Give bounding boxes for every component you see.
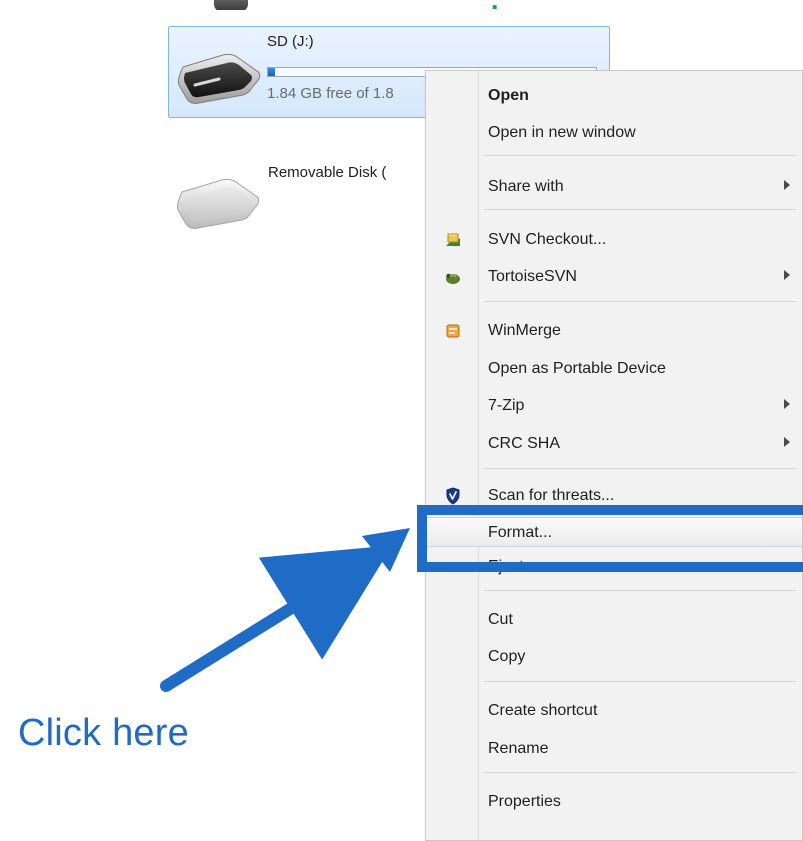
menu-item-cut[interactable]: Cut: [426, 605, 802, 635]
menu-item-label: Scan for threats...: [488, 487, 615, 504]
winmerge-icon: [444, 322, 462, 340]
menu-item-rename[interactable]: Rename: [426, 734, 802, 764]
menu-item-label: Rename: [488, 740, 549, 757]
submenu-arrow-icon: [784, 180, 790, 190]
menu-item-label: Open: [488, 87, 529, 104]
menu-item-label: CRC SHA: [488, 435, 561, 452]
menu-item-label: Open in new window: [488, 124, 636, 141]
drive-title: SD (J:): [267, 33, 314, 50]
menu-item-label: Share with: [488, 178, 564, 195]
menu-separator: [484, 772, 796, 773]
shield-scan-icon: [444, 487, 462, 505]
menu-separator: [484, 155, 796, 156]
menu-item-format[interactable]: Format...: [426, 517, 802, 547]
menu-item-create-shortcut[interactable]: Create shortcut: [426, 696, 802, 726]
menu-item-open-as-portable-device[interactable]: Open as Portable Device: [426, 354, 802, 384]
menu-item-eject[interactable]: Eject: [426, 552, 802, 582]
menu-separator: [484, 209, 796, 210]
menu-separator: [484, 468, 796, 469]
menu-item-svn-checkout[interactable]: SVN Checkout...: [426, 225, 802, 255]
menu-item-label: SVN Checkout...: [488, 231, 607, 248]
menu-item-label: Cut: [488, 611, 513, 628]
menu-item-label: Create shortcut: [488, 702, 598, 719]
menu-item-share-with[interactable]: Share with: [426, 172, 802, 202]
svn-checkout-icon: [444, 231, 462, 249]
menu-item-label: Properties: [488, 793, 561, 810]
drive-title: Removable Disk (: [268, 164, 387, 181]
submenu-arrow-icon: [784, 399, 790, 409]
menu-item-label: Copy: [488, 648, 526, 665]
menu-separator: [484, 681, 796, 682]
menu-item-scan-for-threats[interactable]: Scan for threats...: [426, 481, 802, 511]
menu-item-open-in-new-window[interactable]: Open in new window: [426, 118, 802, 148]
menu-item-7zip[interactable]: 7-Zip: [426, 391, 802, 421]
context-menu: Open Open in new window Share with SVN C…: [425, 70, 803, 841]
submenu-arrow-icon: [784, 270, 790, 280]
submenu-arrow-icon: [784, 437, 790, 447]
menu-item-open[interactable]: Open: [426, 81, 802, 111]
removable-drive-icon: [174, 170, 264, 230]
menu-item-crc-sha[interactable]: CRC SHA: [426, 429, 802, 459]
menu-item-label: Eject: [488, 558, 524, 575]
menu-item-label: TortoiseSVN: [488, 268, 577, 285]
click-here-label: Click here: [18, 712, 189, 754]
menu-item-copy[interactable]: Copy: [426, 642, 802, 672]
menu-item-label: Format...: [488, 524, 553, 541]
menu-item-tortoisesvn[interactable]: TortoiseSVN: [426, 262, 802, 292]
menu-item-properties[interactable]: Properties: [426, 787, 802, 817]
menu-item-label: 7-Zip: [488, 397, 525, 414]
menu-item-label: WinMerge: [488, 322, 561, 339]
menu-item-winmerge[interactable]: WinMerge: [426, 316, 802, 346]
removable-drive-icon: [175, 45, 265, 105]
capacity-bar-fill: [268, 68, 275, 76]
pointer-arrow-icon: [160, 528, 410, 692]
drive-free-space: 1.84 GB free of 1.8: [267, 85, 394, 102]
menu-item-label: Open as Portable Device: [488, 360, 666, 377]
tortoisesvn-icon: [444, 268, 462, 286]
menu-separator: [484, 301, 796, 302]
menu-separator: [484, 590, 796, 591]
